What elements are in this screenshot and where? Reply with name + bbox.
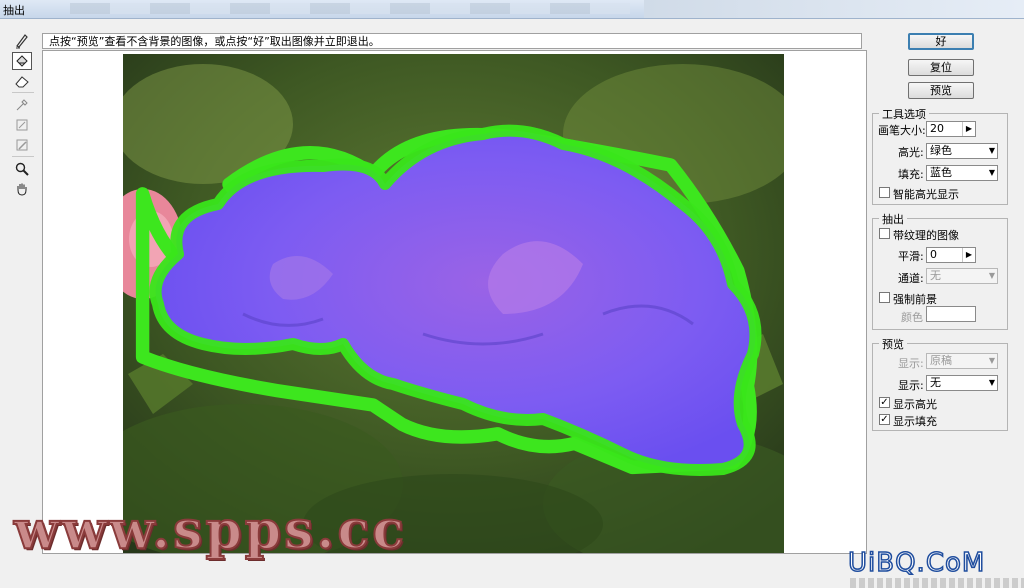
highlight-select[interactable]: 绿色 ▼ bbox=[926, 143, 998, 159]
image-canvas[interactable] bbox=[42, 50, 867, 554]
tool-options-title: 工具选项 bbox=[879, 106, 929, 122]
ok-button[interactable]: 好 bbox=[908, 33, 974, 50]
spin-arrow-icon[interactable]: ▶ bbox=[962, 122, 975, 136]
spin-arrow-icon[interactable]: ▶ bbox=[962, 248, 975, 262]
tool-palette bbox=[10, 32, 36, 202]
force-foreground-checkbox[interactable] bbox=[879, 292, 890, 303]
background-menubar bbox=[70, 3, 630, 14]
show-fill-label: 显示填充 bbox=[893, 415, 937, 428]
fill-select[interactable]: 蓝色 ▼ bbox=[926, 165, 998, 181]
brush-size-label: 画笔大小: bbox=[878, 124, 926, 137]
show-highlight-checkbox[interactable]: ✓ bbox=[879, 397, 890, 408]
background-footer-text bbox=[850, 578, 1024, 588]
extract-title: 抽出 bbox=[879, 211, 907, 227]
eraser-icon[interactable] bbox=[12, 72, 32, 90]
peony-photo bbox=[123, 54, 784, 553]
chevron-down-icon: ▼ bbox=[988, 168, 995, 177]
fill-label: 填充: bbox=[898, 168, 924, 181]
color-swatch[interactable] bbox=[926, 306, 976, 322]
preview-title: 预览 bbox=[879, 336, 907, 352]
site-watermark: www.spps.cc bbox=[13, 499, 407, 562]
force-foreground-label: 强制前景 bbox=[893, 293, 937, 306]
smart-highlight-label: 智能高光显示 bbox=[893, 188, 959, 201]
show-select[interactable]: 原稿 ▼ bbox=[926, 353, 998, 369]
window-title: 抽出 bbox=[3, 4, 25, 17]
show-highlight-label: 显示高光 bbox=[893, 398, 937, 411]
channel-label: 通道: bbox=[898, 272, 924, 285]
display-label: 显示: bbox=[898, 379, 924, 392]
show-label: 显示: bbox=[898, 357, 924, 370]
chevron-down-icon: ▼ bbox=[988, 356, 995, 365]
color-label: 颜色 bbox=[901, 311, 923, 324]
tool-divider bbox=[12, 156, 34, 157]
highlighter-icon[interactable] bbox=[12, 32, 32, 50]
background-window-area bbox=[644, 0, 1024, 18]
channel-select[interactable]: 无 ▼ bbox=[926, 268, 998, 284]
chevron-down-icon: ▼ bbox=[988, 146, 995, 155]
display-select[interactable]: 无 ▼ bbox=[926, 375, 998, 391]
cleanup-icon[interactable] bbox=[12, 116, 32, 134]
brush-size-input[interactable]: 20 ▶ bbox=[926, 121, 976, 137]
zoom-icon[interactable] bbox=[12, 160, 32, 178]
preview-button[interactable]: 预览 bbox=[908, 82, 974, 99]
chevron-down-icon: ▼ bbox=[988, 378, 995, 387]
highlight-label: 高光: bbox=[898, 146, 924, 159]
smooth-input[interactable]: 0 ▶ bbox=[926, 247, 976, 263]
textured-image-label: 带纹理的图像 bbox=[893, 229, 959, 242]
textured-image-checkbox[interactable] bbox=[879, 228, 890, 239]
hint-bar: 点按“预览”查看不含背景的图像，或点按“好”取出图像并立即退出。 bbox=[42, 33, 862, 49]
title-bar: 抽出 bbox=[0, 0, 1024, 19]
edge-touchup-icon[interactable] bbox=[12, 136, 32, 154]
corner-watermark: UiBQ.CoM bbox=[847, 547, 986, 579]
tool-divider bbox=[12, 92, 34, 93]
hand-icon[interactable] bbox=[12, 180, 32, 198]
fill-bucket-icon[interactable] bbox=[12, 52, 32, 70]
eyedropper-icon[interactable] bbox=[12, 96, 32, 114]
smooth-label: 平滑: bbox=[898, 250, 924, 263]
show-fill-checkbox[interactable]: ✓ bbox=[879, 414, 890, 425]
chevron-down-icon: ▼ bbox=[988, 271, 995, 280]
reset-button[interactable]: 复位 bbox=[908, 59, 974, 76]
smart-highlight-checkbox[interactable] bbox=[879, 187, 890, 198]
